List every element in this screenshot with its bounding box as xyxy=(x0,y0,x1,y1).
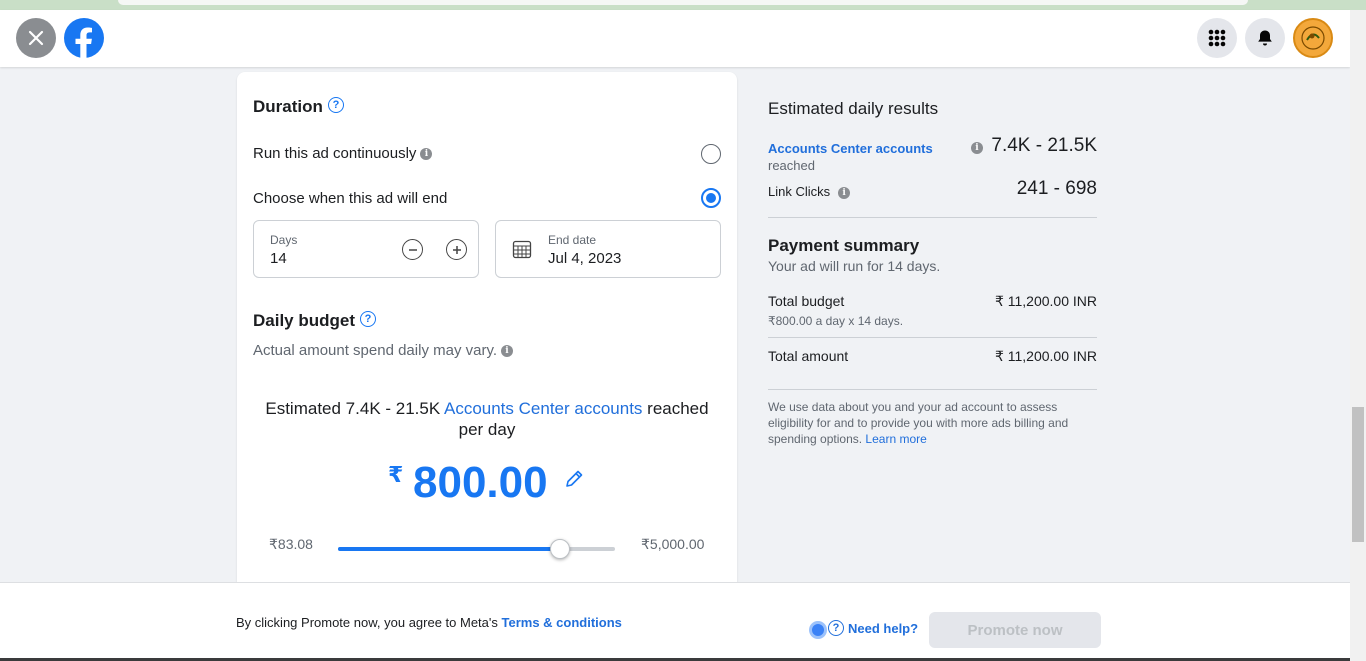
plus-icon xyxy=(452,245,461,254)
divider xyxy=(768,217,1097,218)
close-icon xyxy=(28,30,44,46)
days-value[interactable]: 14 xyxy=(270,250,287,267)
run-continuously-label: Run this ad continuously i xyxy=(253,145,433,162)
decrease-days-button[interactable] xyxy=(402,239,423,260)
days-label: Days xyxy=(270,233,298,247)
end-date-label: End date xyxy=(548,233,597,247)
run-continuously-radio[interactable] xyxy=(701,144,721,164)
accounts-center-link[interactable]: Accounts Center accounts xyxy=(444,399,642,418)
edit-pencil-icon[interactable] xyxy=(563,468,585,490)
question-icon: ? xyxy=(828,620,844,636)
ad-settings-card: Duration ? Run this ad continuously i Cho… xyxy=(237,72,737,592)
results-accounts-link[interactable]: Accounts Center accounts xyxy=(768,141,933,156)
minus-icon xyxy=(408,248,417,251)
terms-link[interactable]: Terms & conditions xyxy=(502,615,622,630)
close-button[interactable] xyxy=(16,18,56,58)
budget-amount-row: ₹ 800.00 xyxy=(237,454,737,514)
total-budget-detail: ₹800.00 a day x 14 days. xyxy=(768,314,904,328)
slider-fill xyxy=(338,547,560,551)
days-field[interactable]: Days 14 xyxy=(253,220,479,278)
top-header xyxy=(0,10,1350,67)
link-clicks-value: 241 - 698 xyxy=(1016,178,1097,199)
divider xyxy=(768,337,1097,338)
budget-subtitle: Actual amount spend daily may vary. i xyxy=(253,342,514,359)
total-amount-value: ₹ 11,200.00 INR xyxy=(994,348,1097,364)
daily-budget-title: Daily budget xyxy=(253,311,356,330)
choose-end-label: Choose when this ad will end xyxy=(253,190,448,207)
footer-bar: By clicking Promote now, you agree to Me… xyxy=(0,582,1350,661)
results-reached-label: reached xyxy=(768,158,815,173)
budget-amount: 800.00 xyxy=(413,458,548,507)
info-icon: i xyxy=(501,345,514,358)
reach-estimate: Estimated 7.4K - 21.5K Accounts Center a… xyxy=(265,399,709,439)
scrollbar-thumb[interactable] xyxy=(1352,407,1364,542)
agreement-text: By clicking Promote now, you agree to Me… xyxy=(236,615,622,630)
slider-thumb[interactable] xyxy=(549,539,570,559)
slider-max-label: ₹5,000.00 xyxy=(641,536,705,552)
total-budget-label: Total budget xyxy=(768,293,845,309)
grid-menu-icon xyxy=(1208,29,1226,47)
browser-top-strip xyxy=(0,0,1366,10)
payment-run-text: Your ad will run for 14 days. xyxy=(768,258,941,274)
browser-tab-pill xyxy=(118,0,1248,5)
currency-symbol: ₹ xyxy=(388,462,404,487)
bell-icon xyxy=(1258,30,1272,46)
info-icon: i xyxy=(420,148,433,161)
calendar-icon xyxy=(512,240,532,259)
avatar-icon xyxy=(1301,26,1325,50)
end-date-field[interactable]: End date Jul 4, 2023 xyxy=(495,220,721,278)
learn-more-link[interactable]: Learn more xyxy=(865,432,926,446)
results-reached-value: 7.4K - 21.5K xyxy=(991,135,1097,156)
promote-now-button[interactable]: Promote now xyxy=(929,612,1101,648)
link-clicks-label: Link Clicks i xyxy=(768,184,851,199)
facebook-logo-icon[interactable] xyxy=(64,18,104,58)
duration-title: Duration xyxy=(253,97,323,116)
daily-budget-help-icon[interactable]: ? xyxy=(360,311,376,327)
slider-min-label: ₹83.08 xyxy=(269,536,313,552)
total-budget-value: ₹ 11,200.00 INR xyxy=(994,293,1097,309)
end-date-value[interactable]: Jul 4, 2023 xyxy=(548,250,621,267)
budget-slider[interactable] xyxy=(338,539,615,559)
duration-help-icon[interactable]: ? xyxy=(328,97,344,113)
choose-end-radio[interactable] xyxy=(701,188,721,208)
menu-button[interactable] xyxy=(1197,18,1237,58)
payment-summary-title: Payment summary xyxy=(768,236,920,255)
results-title: Estimated daily results xyxy=(768,99,939,118)
increase-days-button[interactable] xyxy=(446,239,467,260)
notifications-button[interactable] xyxy=(1245,18,1285,58)
divider xyxy=(768,389,1097,390)
clicks-info-icon[interactable]: i xyxy=(838,186,851,199)
need-help-link[interactable]: ? Need help? xyxy=(828,620,918,636)
scrollbar-track[interactable] xyxy=(1350,10,1366,661)
billing-disclaimer: We use data about you and your ad accoun… xyxy=(768,400,1069,446)
total-amount-label: Total amount xyxy=(768,348,849,364)
help-indicator-dot xyxy=(809,621,827,639)
profile-avatar[interactable] xyxy=(1293,18,1333,58)
